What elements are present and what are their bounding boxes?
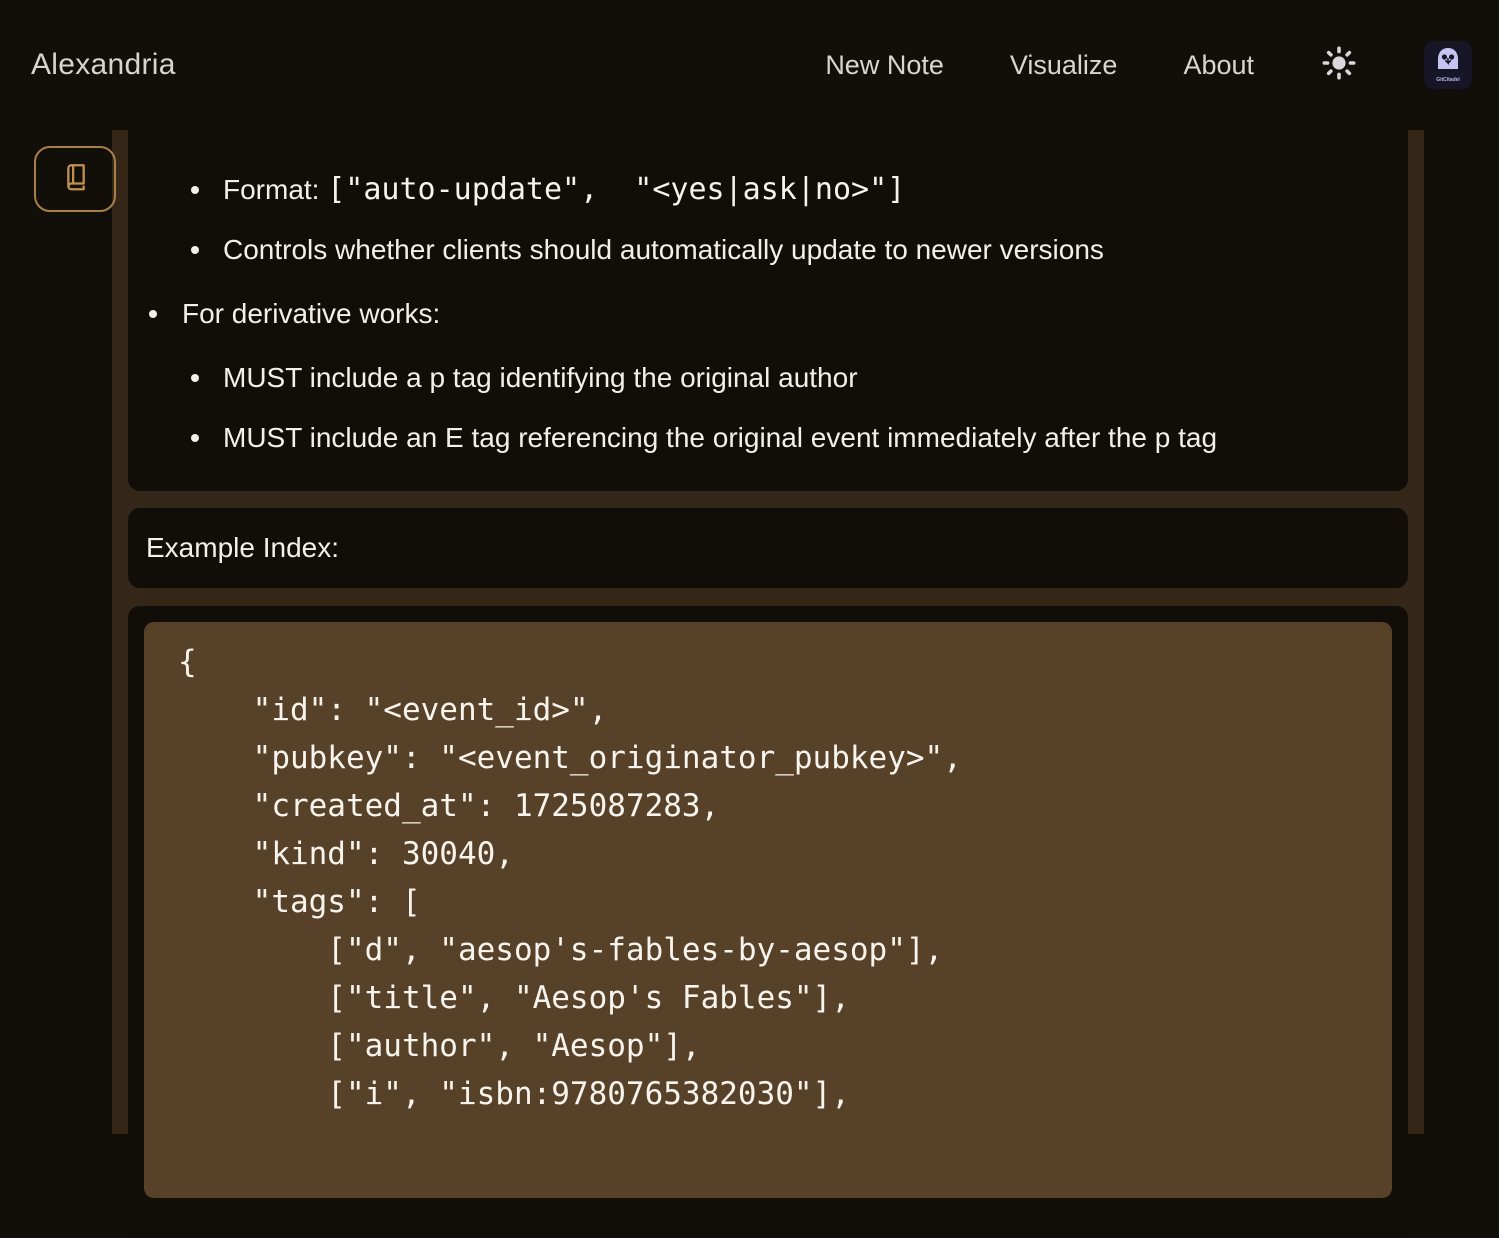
list-item-text: Format: <box>223 174 327 205</box>
app-title: Alexandria <box>31 48 176 82</box>
json-code-block: { "id": "<event_id>", "pubkey": "<event_… <box>144 622 1392 1198</box>
book-icon <box>59 161 91 198</box>
gitcitadel-owl-icon <box>1435 47 1461 76</box>
nav-visualize[interactable]: Visualize <box>1010 50 1118 81</box>
list-item: Controls whether clients should automati… <box>128 232 1388 268</box>
example-index-card: Example Index: <box>128 508 1408 588</box>
nav-about[interactable]: About <box>1183 50 1254 81</box>
gitcitadel-logo[interactable]: GitCitadel <box>1424 41 1472 89</box>
list-item: For derivative works: <box>128 296 1388 332</box>
list-item: MUST include an E tag referencing the or… <box>128 420 1388 456</box>
top-nav: New Note Visualize About <box>825 41 1472 89</box>
theme-toggle-button[interactable] <box>1320 46 1358 84</box>
list-item: Format: ["auto-update", "<yes|ask|no>"] <box>128 172 1388 208</box>
doc-section-card: Format: ["auto-update", "<yes|ask|no>"] … <box>128 130 1408 491</box>
gitcitadel-logo-label: GitCitadel <box>1436 77 1460 83</box>
sun-icon <box>1321 45 1357 86</box>
nav-new-note[interactable]: New Note <box>825 50 944 81</box>
inline-code: ["auto-update", "<yes|ask|no>"] <box>327 172 905 207</box>
document-view: Format: ["auto-update", "<yes|ask|no>"] … <box>112 130 1424 1134</box>
example-index-label: Example Index: <box>146 532 339 564</box>
toc-toggle-button[interactable] <box>34 146 116 212</box>
code-card: { "id": "<event_id>", "pubkey": "<event_… <box>128 606 1408 1238</box>
list-item: MUST include a p tag identifying the ori… <box>128 360 1388 396</box>
app-header: Alexandria New Note Visualize About <box>0 0 1499 130</box>
